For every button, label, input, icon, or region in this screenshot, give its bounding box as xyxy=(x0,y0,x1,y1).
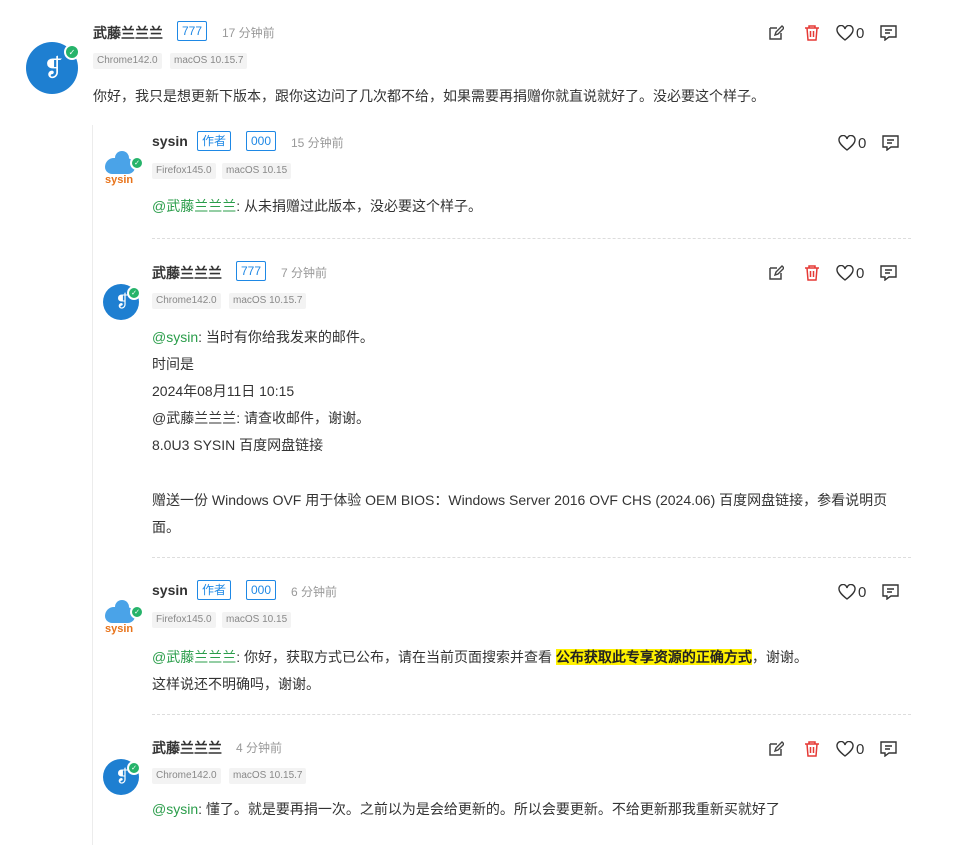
reply-body: : 懂了。就是要再捐一次。之前以为是会给更新的。所以会要更新。不给更新那我重新买… xyxy=(198,801,780,817)
browser-tag: Firefox145.0 xyxy=(152,612,216,628)
edit-icon[interactable] xyxy=(766,739,786,759)
comment-actions: 0 xyxy=(766,23,898,43)
divider xyxy=(152,557,911,558)
verified-icon: ✓ xyxy=(127,286,141,300)
like-button[interactable]: 0 xyxy=(838,135,866,152)
thread-line xyxy=(92,125,93,845)
trash-icon[interactable] xyxy=(802,23,822,43)
verified-icon: ✓ xyxy=(130,605,144,619)
mention-link[interactable]: @sysin xyxy=(152,801,198,817)
like-count: 0 xyxy=(856,740,865,758)
reply-time: 6 分钟前 xyxy=(291,585,338,599)
reply-line: 这样说还不明确吗，谢谢。 xyxy=(152,676,320,692)
author-badge: 作者 xyxy=(197,131,232,151)
like-button[interactable]: 0 xyxy=(836,25,864,42)
user-badge: 777 xyxy=(177,21,208,41)
highlighted-link[interactable]: 公布获取此专享资源的正确方式 xyxy=(555,649,752,665)
avatar[interactable]: ❡ ✓ xyxy=(26,42,80,94)
os-tag: macOS 10.15.7 xyxy=(229,768,307,784)
comment-text: 你好，我只是想更新下版本，跟你这边问了几次都不给，如果需要再捐赠你就直说就好了。… xyxy=(93,88,765,104)
verified-icon: ✓ xyxy=(127,761,141,775)
os-tag: macOS 10.15 xyxy=(222,612,292,628)
avatar-logo: ❡ xyxy=(43,54,63,82)
avatar[interactable]: sysin ✓ xyxy=(103,151,144,190)
reply-text: @武藤兰兰兰: 从未捐赠过此版本，没必要这个样子。 xyxy=(152,196,482,216)
reply-icon[interactable] xyxy=(878,23,898,43)
verified-icon: ✓ xyxy=(130,156,144,170)
reply-body: : 你好，获取方式已公布，请在当前页面搜索并查看 xyxy=(236,649,556,665)
reply-author[interactable]: 武藤兰兰兰 xyxy=(152,738,222,758)
avatar-logo: ❡ xyxy=(115,767,129,787)
comment-author[interactable]: 武藤兰兰兰 xyxy=(93,23,163,43)
browser-tag: Firefox145.0 xyxy=(152,163,216,179)
like-count: 0 xyxy=(858,134,867,152)
trash-icon[interactable] xyxy=(802,739,822,759)
mention-link[interactable]: @sysin xyxy=(152,329,198,345)
avatar[interactable]: ❡ ✓ xyxy=(103,759,141,795)
like-count: 0 xyxy=(856,264,865,282)
reply-line: @武藤兰兰兰: 请查收邮件，谢谢。 xyxy=(152,410,370,426)
reply-text: @sysin: 懂了。就是要再捐一次。之前以为是会给更新的。所以会要更新。不给更… xyxy=(152,799,780,819)
reply-body: ，谢谢。 xyxy=(751,649,808,665)
edit-icon[interactable] xyxy=(766,23,786,43)
user-badge: 000 xyxy=(246,131,277,151)
divider xyxy=(152,238,911,239)
reply-actions: 0 xyxy=(766,263,898,283)
verified-icon: ✓ xyxy=(64,44,80,60)
reply-time: 7 分钟前 xyxy=(281,266,328,280)
like-button[interactable]: 0 xyxy=(838,584,866,601)
user-badge: 000 xyxy=(246,580,277,600)
browser-tag: Chrome142.0 xyxy=(152,293,221,309)
os-tag: macOS 10.15.7 xyxy=(170,53,248,69)
divider xyxy=(152,714,911,715)
reply-text: @sysin: 当时有你给我发来的邮件。 时间是 2024年08月11日 10:… xyxy=(152,324,374,459)
reply-actions: 0 xyxy=(766,739,898,759)
browser-tag: Chrome142.0 xyxy=(93,53,162,69)
user-badge: 777 xyxy=(236,261,267,281)
like-button[interactable]: 0 xyxy=(836,741,864,758)
comment-time: 17 分钟前 xyxy=(222,26,275,40)
reply-author[interactable]: sysin xyxy=(152,133,188,149)
reply-author[interactable]: sysin xyxy=(152,582,188,598)
reply-icon[interactable] xyxy=(878,739,898,759)
reply-time: 4 分钟前 xyxy=(236,741,283,755)
reply-actions: 0 xyxy=(838,582,900,602)
mention-link[interactable]: @武藤兰兰兰 xyxy=(152,649,236,665)
trash-icon[interactable] xyxy=(802,263,822,283)
reply-line: 时间是 xyxy=(152,356,194,372)
reply-icon[interactable] xyxy=(878,263,898,283)
reply-time: 15 分钟前 xyxy=(291,136,344,150)
heart-icon xyxy=(836,265,854,281)
like-count: 0 xyxy=(856,24,865,42)
reply-actions: 0 xyxy=(838,133,900,153)
heart-icon xyxy=(838,135,856,151)
reply-line: : 当时有你给我发来的邮件。 xyxy=(198,329,374,345)
reply-text: @武藤兰兰兰: 你好，获取方式已公布，请在当前页面搜索并查看 公布获取此专享资源… xyxy=(152,644,808,698)
reply-line: 8.0U3 SYSIN 百度网盘链接 xyxy=(152,437,324,453)
author-badge: 作者 xyxy=(197,580,232,600)
reply-body: : 从未捐赠过此版本，没必要这个样子。 xyxy=(236,198,482,214)
heart-icon xyxy=(836,25,854,41)
os-tag: macOS 10.15 xyxy=(222,163,292,179)
os-tag: macOS 10.15.7 xyxy=(229,293,307,309)
avatar-logo: sysin xyxy=(105,623,134,635)
edit-icon[interactable] xyxy=(766,263,786,283)
mention-link[interactable]: @武藤兰兰兰 xyxy=(152,198,236,214)
reply-extra-text: 赠送一份 Windows OVF 用于体验 OEM BIOS：Windows S… xyxy=(152,492,888,535)
heart-icon xyxy=(836,741,854,757)
reply-author[interactable]: 武藤兰兰兰 xyxy=(152,263,222,283)
avatar[interactable]: sysin ✓ xyxy=(103,600,144,639)
heart-icon xyxy=(838,584,856,600)
like-button[interactable]: 0 xyxy=(836,265,864,282)
reply-line: 2024年08月11日 10:15 xyxy=(152,383,295,399)
reply-icon[interactable] xyxy=(880,582,900,602)
browser-tag: Chrome142.0 xyxy=(152,768,221,784)
like-count: 0 xyxy=(858,583,867,601)
reply-icon[interactable] xyxy=(880,133,900,153)
avatar-logo: sysin xyxy=(105,174,134,186)
avatar-logo: ❡ xyxy=(115,292,129,312)
avatar[interactable]: ❡ ✓ xyxy=(103,284,141,320)
